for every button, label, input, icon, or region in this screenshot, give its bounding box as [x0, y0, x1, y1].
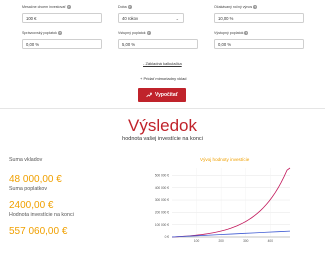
expected-return-input[interactable]: 10,00 %	[214, 13, 304, 23]
help-icon[interactable]: ?	[244, 31, 249, 36]
exit-fee-input[interactable]: 0,00 %	[214, 39, 304, 49]
chevron-down-icon: ⌄	[175, 16, 179, 21]
help-icon[interactable]: ?	[127, 5, 132, 10]
y-tick-label: 100 000 €	[155, 223, 169, 227]
y-tick-label: 500 000 €	[155, 174, 169, 178]
result-subtitle: hodnota vašej investície na konci	[122, 136, 203, 142]
deposits-value: 48 000,00 €	[9, 174, 62, 185]
entry-fee-label: Vstupný poplatok?	[118, 31, 151, 36]
chart-up-icon	[146, 92, 152, 98]
management-fee-input[interactable]: 0,00 %	[22, 39, 102, 49]
x-tick-label: 400	[268, 239, 274, 243]
deposits-line	[171, 230, 291, 238]
monthly-label: Mesačne chcem investovať?	[22, 5, 71, 10]
section-divider	[0, 108, 325, 109]
monthly-input[interactable]: 100 €	[22, 13, 102, 23]
y-tick-label: 300 000 €	[155, 198, 169, 202]
exit-fee-label: Výstupný poplatok?	[214, 31, 249, 36]
entry-fee-input[interactable]: 5,00 %	[118, 39, 198, 49]
expected-return-label: Očakávaný ročný výnos?	[214, 5, 258, 10]
fees-value: 2400,00 €	[9, 200, 54, 211]
help-icon[interactable]: ?	[66, 5, 71, 10]
help-icon[interactable]: ?	[146, 31, 151, 36]
deposits-label: Suma vkladov	[9, 157, 43, 163]
fees-label: Suma poplatkov	[9, 186, 47, 192]
result-title: Výsledok	[128, 116, 197, 135]
x-tick-label: 200	[219, 239, 225, 243]
y-tick-label: 200 000 €	[155, 211, 169, 215]
final-value-label: Hodnota investície na konci	[9, 212, 74, 218]
add-deposit-link[interactable]: + Pridať mimoriadny vklad	[140, 76, 187, 81]
calculate-button[interactable]: Vypočítať	[138, 88, 186, 102]
duration-label: Doba?	[118, 5, 132, 10]
help-icon[interactable]: ?	[57, 31, 62, 36]
y-tick-label: 0 €	[165, 235, 170, 239]
help-icon[interactable]: ?	[253, 5, 258, 10]
x-tick-label: 300	[243, 239, 249, 243]
chart-title: Vývoj hodnoty investície	[200, 157, 250, 162]
investment-chart: 0 € 100 000 € 200 000 € 300 000 € 400 000 € 5…	[155, 167, 291, 243]
basic-calculator-link[interactable]: - Základná kalkulačka	[143, 61, 182, 66]
duration-select[interactable]: 40 rokov ⌄	[118, 13, 184, 23]
management-fee-label: Správcovský poplatok?	[22, 31, 62, 36]
y-tick-label: 400 000 €	[155, 186, 169, 190]
x-tick-label: 100	[194, 239, 200, 243]
final-value: 557 060,00 €	[9, 226, 68, 237]
investment-value-line	[171, 167, 291, 238]
